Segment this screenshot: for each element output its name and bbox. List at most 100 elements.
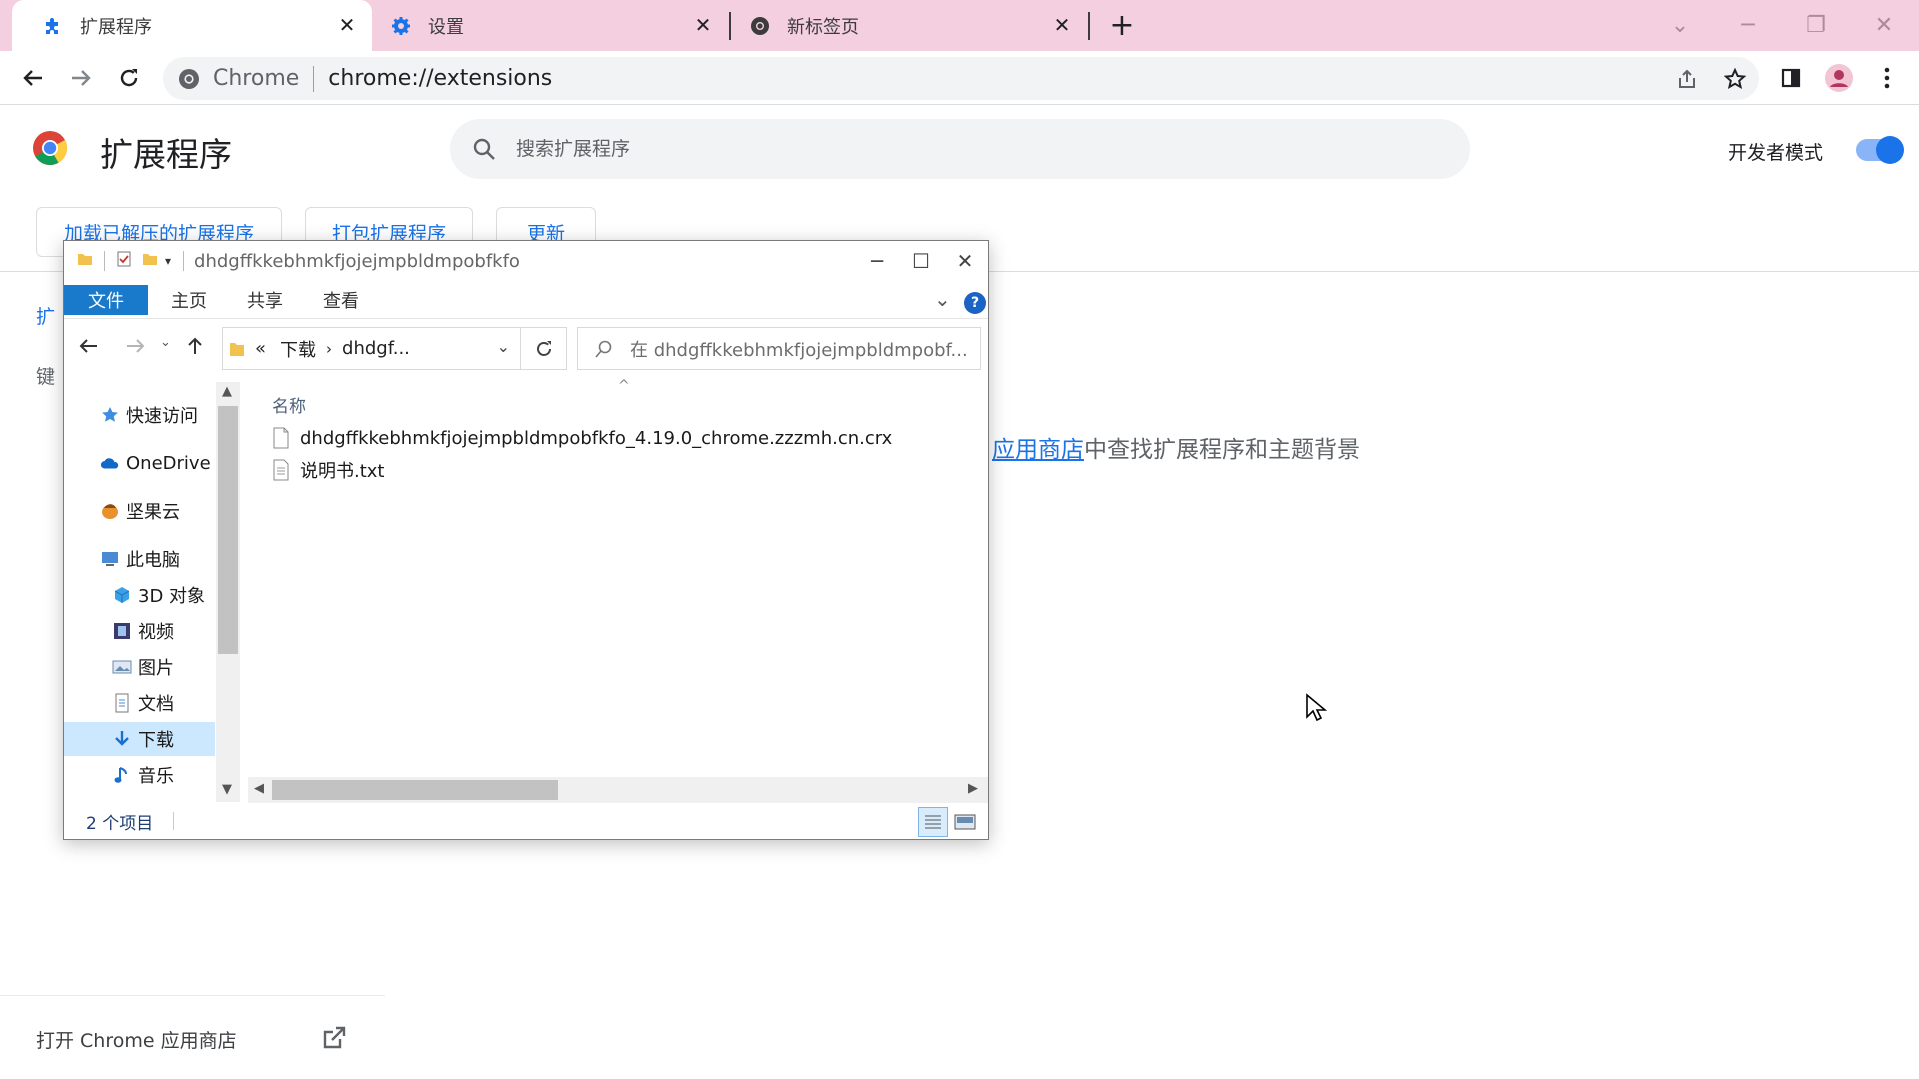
sidebar-link-extensions[interactable]: 扩 — [36, 302, 55, 329]
cube-icon — [112, 585, 132, 605]
back-icon[interactable] — [78, 335, 100, 361]
recent-locations-icon[interactable]: ⌄ — [160, 335, 171, 350]
nav-label: 快速访问 — [126, 406, 198, 427]
share-icon[interactable] — [1663, 68, 1711, 90]
tab-label: 扩展程序 — [80, 16, 152, 38]
details-view-button[interactable] — [918, 807, 948, 837]
new-tab-button[interactable]: + — [1106, 11, 1138, 41]
nav-3d-objects[interactable]: 3D 对象 — [64, 578, 215, 612]
address-row: ⌄ « 下载 › dhdgf... ⌄ 在 dhdgffkkebhmkfjoje… — [64, 319, 988, 374]
breadcrumb-overflow[interactable]: « — [255, 338, 266, 359]
sidebar-link-shortcuts[interactable]: 键 — [36, 362, 55, 389]
quick-access-toolbar: ▾ — [76, 250, 185, 273]
empty-state-text: 中查找扩展程序和主题背景 — [1084, 437, 1360, 463]
explorer-search[interactable]: 在 dhdgffkkebhmkfjojejmpbldmpobf... — [577, 327, 981, 370]
nav-downloads[interactable]: 下载 — [64, 722, 215, 756]
up-icon[interactable] — [184, 335, 206, 361]
restore-icon[interactable]: ❐ — [1796, 10, 1836, 40]
file-name: 说明书.txt — [300, 461, 385, 482]
open-webstore-link[interactable]: 打开 Chrome 应用商店 — [36, 1026, 237, 1053]
minimize-icon[interactable]: ─ — [1728, 10, 1768, 40]
sort-indicator-icon: ^ — [618, 378, 630, 394]
tab-separator — [1088, 12, 1090, 40]
omnibox-url[interactable]: chrome://extensions — [328, 66, 552, 91]
profile-button[interactable] — [1820, 59, 1858, 97]
scrollbar-thumb[interactable] — [218, 406, 238, 654]
close-window-icon[interactable]: ✕ — [1864, 10, 1904, 40]
address-bar[interactable]: « 下载 › dhdgf... ⌄ — [222, 327, 521, 370]
nav-jianguoyun[interactable]: 坚果云 — [64, 494, 215, 528]
omnibox-site-label: Chrome — [213, 66, 300, 91]
back-button[interactable] — [14, 59, 52, 97]
maximize-button[interactable]: ☐ — [898, 245, 944, 277]
nav-this-pc[interactable]: 此电脑 — [64, 542, 215, 576]
file-list-scrollbar[interactable]: ◀ ▶ — [248, 777, 988, 803]
file-list: ^ 名称 dhdgffkkebhmkfjojejmpbldmpobfkfo_4.… — [248, 378, 988, 778]
nav-scrollbar[interactable]: ▲ ▼ — [216, 382, 240, 802]
nav-pictures[interactable]: 图片 — [64, 650, 215, 684]
nav-onedrive[interactable]: OneDrive — [64, 446, 215, 480]
tab-new-tab-page[interactable]: 新标签页 ✕ — [731, 0, 1087, 51]
page-title: 扩展程序 — [100, 135, 232, 174]
ribbon-tab-home[interactable]: 主页 — [164, 285, 214, 315]
close-icon[interactable]: ✕ — [336, 13, 358, 37]
properties-icon[interactable] — [115, 250, 133, 273]
file-row[interactable]: dhdgffkkebhmkfjojejmpbldmpobfkfo_4.19.0_… — [272, 423, 892, 453]
side-panel-button[interactable] — [1772, 59, 1810, 97]
document-icon — [112, 693, 132, 713]
forward-icon[interactable] — [124, 335, 146, 361]
nav-videos[interactable]: 视频 — [64, 614, 215, 648]
picture-icon — [112, 657, 132, 677]
scrollbar-thumb[interactable] — [272, 780, 558, 800]
nav-label: 坚果云 — [126, 502, 180, 523]
nav-music[interactable]: 音乐 — [64, 758, 215, 792]
close-icon[interactable]: ✕ — [1051, 13, 1073, 37]
address-dropdown-icon[interactable]: ⌄ — [497, 337, 510, 356]
omnibox[interactable]: Chrome chrome://extensions — [163, 57, 1759, 100]
tab-strip: 扩展程序 ✕ 设置 ✕ 新标签页 ✕ + ⌄ ─ ❐ ✕ — [0, 0, 1919, 51]
nav-documents[interactable]: 文档 — [64, 686, 215, 720]
search-input[interactable] — [516, 138, 1416, 160]
tab-extensions[interactable]: 扩展程序 ✕ — [12, 0, 372, 51]
close-icon[interactable]: ✕ — [692, 13, 714, 37]
menu-button[interactable] — [1868, 59, 1906, 97]
scroll-right-icon[interactable]: ▶ — [968, 781, 978, 796]
side-panel-icon — [1781, 68, 1801, 88]
reload-button[interactable] — [110, 59, 148, 97]
webstore-link[interactable]: 应用商店 — [992, 437, 1084, 463]
bookmark-star-icon[interactable] — [1711, 67, 1759, 90]
tab-settings[interactable]: 设置 ✕ — [372, 0, 728, 51]
scroll-down-icon[interactable]: ▼ — [222, 782, 232, 797]
refresh-button[interactable] — [521, 327, 567, 370]
large-icons-view-button[interactable] — [950, 807, 980, 837]
tab-search-icon[interactable]: ⌄ — [1660, 10, 1700, 40]
ribbon-tab-file[interactable]: 文件 — [64, 285, 148, 315]
navigation-pane: 快速访问 OneDrive 坚果云 此电脑 3D 对象 视频 图片 文档 下载 … — [64, 382, 216, 802]
ribbon-tab-view[interactable]: 查看 — [316, 285, 366, 315]
item-count: 2 个项目 — [86, 813, 154, 834]
scroll-left-icon[interactable]: ◀ — [254, 781, 264, 796]
new-folder-icon[interactable] — [141, 250, 159, 273]
puzzle-icon — [42, 15, 64, 37]
qa-dropdown-icon[interactable]: ▾ — [165, 254, 171, 268]
external-link-icon[interactable] — [320, 1024, 348, 1052]
details-view-icon — [925, 815, 941, 829]
help-icon[interactable]: ? — [964, 292, 986, 314]
tab-label: 设置 — [428, 16, 464, 38]
empty-state-message: 应用商店中查找扩展程序和主题背景 — [992, 430, 1360, 464]
breadcrumb-downloads[interactable]: 下载 — [280, 336, 316, 362]
chrome-logo — [32, 130, 68, 166]
nav-quick-access[interactable]: 快速访问 — [64, 398, 215, 432]
ribbon-tab-share[interactable]: 共享 — [240, 285, 290, 315]
column-header-name[interactable]: 名称 — [272, 392, 306, 417]
close-button[interactable]: ✕ — [942, 245, 988, 277]
forward-button[interactable] — [62, 59, 100, 97]
file-row[interactable]: 说明书.txt — [272, 455, 385, 485]
ribbon-expand-icon[interactable]: ⌄ — [934, 287, 951, 311]
minimize-button[interactable]: ─ — [854, 245, 900, 277]
breadcrumb-folder[interactable]: dhdgf... — [342, 338, 410, 359]
developer-mode-toggle[interactable] — [1856, 136, 1904, 164]
extensions-search[interactable] — [450, 119, 1470, 179]
cloud-icon — [100, 453, 120, 473]
scroll-up-icon[interactable]: ▲ — [222, 384, 232, 399]
